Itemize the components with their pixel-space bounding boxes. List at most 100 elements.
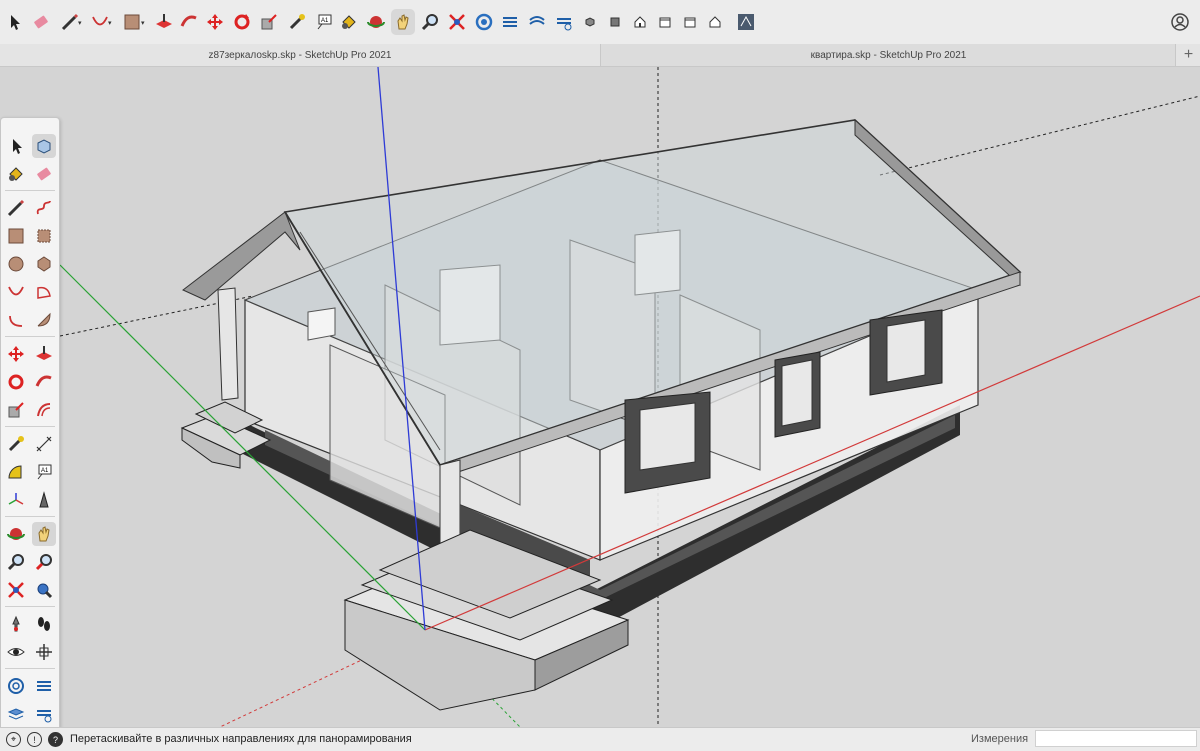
- top-view-icon[interactable]: [603, 9, 627, 35]
- new-tab-button[interactable]: +: [1175, 44, 1200, 66]
- move-icon[interactable]: [4, 342, 28, 366]
- dimension-icon[interactable]: [32, 432, 56, 456]
- component-icon[interactable]: [32, 134, 56, 158]
- paint-bucket-icon[interactable]: [4, 162, 28, 186]
- porch-column: [217, 287, 239, 401]
- display-section-icon[interactable]: [525, 9, 549, 35]
- tool-palette: A1: [0, 117, 60, 731]
- separator: [5, 336, 55, 337]
- zoom-extents-icon[interactable]: [4, 578, 28, 602]
- look-around-icon[interactable]: [4, 640, 28, 664]
- polygon-icon[interactable]: [32, 252, 56, 276]
- rotate-icon[interactable]: [230, 9, 254, 35]
- main-toolbar: ▾ ▾ ▾ A1: [0, 0, 1200, 45]
- follow-me-icon[interactable]: [32, 370, 56, 394]
- separator: [5, 668, 55, 669]
- interior-window: [307, 307, 336, 341]
- section-plane-icon[interactable]: [32, 640, 56, 664]
- plus-icon: +: [1183, 46, 1194, 63]
- push-pull-icon[interactable]: [32, 342, 56, 366]
- separator: [5, 426, 55, 427]
- separator: [5, 190, 55, 191]
- document-tabs: z87зеркалоskp.skp - SketchUp Pro 2021 кв…: [0, 44, 1200, 67]
- sandbox-icon[interactable]: [552, 9, 576, 35]
- protractor-icon[interactable]: [4, 460, 28, 484]
- paint-bucket-icon[interactable]: [337, 9, 361, 35]
- tab-document-2[interactable]: квартира.skp - SketchUp Pro 2021: [600, 44, 1176, 66]
- chevron-down-icon[interactable]: ▾: [141, 19, 145, 27]
- svg-text:A1: A1: [41, 468, 49, 474]
- warehouse-icon[interactable]: [734, 9, 758, 35]
- text-icon[interactable]: A1: [312, 9, 336, 35]
- rotate-icon[interactable]: [4, 370, 28, 394]
- tab-label: квартира.skp - SketchUp Pro 2021: [810, 49, 967, 61]
- window-glass: [781, 359, 813, 427]
- left-view-icon[interactable]: [703, 9, 727, 35]
- offset-icon[interactable]: [32, 398, 56, 422]
- sandbox-smoove-icon[interactable]: [4, 702, 28, 726]
- move-icon[interactable]: [203, 9, 227, 35]
- back-view-icon[interactable]: [678, 9, 702, 35]
- orbit-icon[interactable]: [4, 522, 28, 546]
- previous-view-icon[interactable]: [32, 578, 56, 602]
- window-glass: [639, 402, 696, 471]
- freehand-icon[interactable]: [32, 196, 56, 220]
- text-icon[interactable]: A1: [32, 460, 56, 484]
- right-view-icon[interactable]: [653, 9, 677, 35]
- iso-view-icon[interactable]: [578, 9, 602, 35]
- svg-text:A1: A1: [321, 18, 329, 24]
- user-icon[interactable]: [1168, 9, 1192, 35]
- geo-location-icon[interactable]: ⌖: [6, 732, 21, 747]
- chevron-down-icon[interactable]: ▾: [108, 19, 112, 27]
- scale-icon[interactable]: [257, 9, 281, 35]
- push-pull-icon[interactable]: [152, 9, 176, 35]
- rectangle-icon[interactable]: [4, 224, 28, 248]
- eraser-icon[interactable]: [32, 162, 56, 186]
- tape-measure-icon[interactable]: [285, 9, 309, 35]
- tab-label: z87зеркалоskp.skp - SketchUp Pro 2021: [208, 49, 392, 61]
- orbit-icon[interactable]: [364, 9, 388, 35]
- measurements-label: Измерения: [971, 733, 1029, 745]
- pie-icon[interactable]: [32, 280, 56, 304]
- separator: [5, 606, 55, 607]
- status-bar: ⌖ ! ? Перетаскивайте в различных направл…: [0, 727, 1200, 751]
- window-glass: [886, 319, 926, 383]
- front-view-icon[interactable]: [628, 9, 652, 35]
- axes-icon[interactable]: [4, 488, 28, 512]
- circle-icon[interactable]: [4, 252, 28, 276]
- arc-2pt-icon[interactable]: [32, 308, 56, 332]
- zoom-icon[interactable]: [4, 550, 28, 574]
- scale-icon[interactable]: [4, 398, 28, 422]
- sandbox-from-contours-icon[interactable]: [4, 674, 28, 698]
- arc-3pt-icon[interactable]: [4, 308, 28, 332]
- zoom-icon[interactable]: [418, 9, 442, 35]
- tab-document-1[interactable]: z87зеркалоskp.skp - SketchUp Pro 2021: [0, 44, 600, 66]
- follow-me-icon[interactable]: [177, 9, 201, 35]
- credits-icon[interactable]: !: [27, 732, 42, 747]
- pan-icon[interactable]: [32, 522, 56, 546]
- zoom-extents-icon[interactable]: [445, 9, 469, 35]
- zoom-window-icon[interactable]: [32, 550, 56, 574]
- select-icon[interactable]: [4, 134, 28, 158]
- pan-icon[interactable]: [391, 9, 415, 35]
- chevron-down-icon[interactable]: ▾: [78, 19, 82, 27]
- 3d-text-icon[interactable]: [32, 488, 56, 512]
- walk-icon[interactable]: [32, 612, 56, 636]
- line-icon[interactable]: [4, 196, 28, 220]
- tape-measure-icon[interactable]: [4, 432, 28, 456]
- model-viewport[interactable]: A1: [0, 66, 1200, 731]
- model-scene: [0, 66, 1200, 728]
- measurements-field[interactable]: [1035, 730, 1197, 747]
- sandbox-stamp-icon[interactable]: [32, 702, 56, 726]
- sandbox-from-scratch-icon[interactable]: [32, 674, 56, 698]
- position-camera-icon[interactable]: [4, 612, 28, 636]
- section-plane-icon[interactable]: [498, 9, 522, 35]
- select-icon[interactable]: [3, 9, 27, 35]
- rotated-rectangle-icon[interactable]: [32, 224, 56, 248]
- status-message: Перетаскивайте в различных направлениях …: [70, 733, 412, 745]
- eraser-icon[interactable]: [29, 9, 53, 35]
- separator: [5, 516, 55, 517]
- position-camera-icon[interactable]: [472, 9, 496, 35]
- help-icon[interactable]: ?: [48, 732, 63, 747]
- arc-icon[interactable]: [4, 280, 28, 304]
